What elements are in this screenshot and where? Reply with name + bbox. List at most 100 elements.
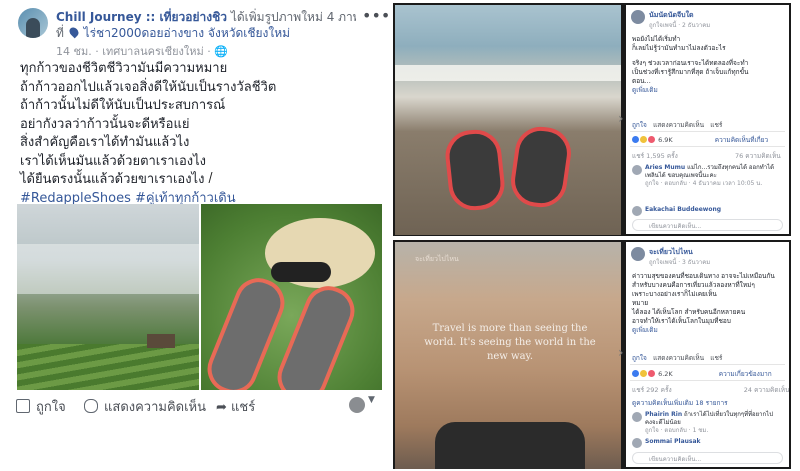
photo-sandals-grass[interactable]	[201, 204, 382, 390]
photo-tea-plantation[interactable]	[17, 204, 199, 390]
comment-button[interactable]: แสดงความคิดเห็น	[653, 121, 704, 129]
sandal-shape	[270, 279, 362, 390]
post-text: พอยังไม่ได้เริ่มทำ ก็เลยไม่รู้ว่ามันทำมา…	[632, 35, 782, 95]
more-options-icon[interactable]: •••	[362, 6, 390, 25]
tea-rows-shape	[17, 344, 199, 390]
like-button[interactable]: ถูกใจ	[632, 354, 647, 362]
share-count[interactable]: แชร์ 1,595 ครั้ง	[632, 152, 678, 160]
commenter-name[interactable]: Sommai Plausak	[645, 438, 701, 445]
share-button[interactable]: แชร์	[710, 354, 722, 362]
location-pin-icon	[67, 25, 81, 39]
haha-reaction-icon	[640, 370, 647, 377]
post-timestamp[interactable]: 14 ชม. · เทศบาลนครเชียงใหม่ ·	[56, 45, 214, 58]
like-button[interactable]: ถูกใจ	[632, 121, 647, 129]
globe-icon: 🌐	[214, 45, 228, 58]
action-row: ถูกใจ แสดงความคิดเห็น แชร์	[632, 120, 722, 130]
caption-line: เราได้เห็นมันแล้วด้วยตาเราเองไง	[20, 153, 207, 169]
profile-selector-avatar[interactable]	[349, 397, 365, 413]
share-count-row: แชร์ 292 ครั้ง 24 ความคิดเห็น	[632, 385, 789, 395]
comment-count[interactable]: 24 ความคิดเห็น	[744, 386, 789, 394]
reaction-count[interactable]: 6.9K	[658, 136, 673, 144]
see-more-link[interactable]: ดูเพิ่มเติม	[632, 326, 782, 335]
image-watermark: จะเที่ยวไปไหน	[415, 255, 459, 263]
post-meta: ถูกใจเพจนี้ · 2 ธันวาคม	[649, 22, 711, 29]
reaction-row: 6.2K ความเกี่ยวข้องมาก	[632, 369, 772, 379]
text-line: พอยังไม่ได้เริ่มทำ	[632, 35, 681, 43]
header-action-text: ได้เพิ่มรูปภาพใหม่ 4 ภาพ —	[230, 10, 356, 24]
comment-button[interactable]: แสดงความคิดเห็น	[84, 396, 206, 417]
photo-beach-flipflops[interactable]	[395, 5, 621, 235]
image-quote: Travel is more than seeing the world. It…	[424, 323, 596, 362]
text-line: อาจทำให้เราได้เห็นโลกในมุมที่ชอบ	[632, 317, 731, 325]
commenter-name[interactable]: Aries Mumu	[645, 164, 685, 171]
sort-comments[interactable]: ความคิดเห็นที่เกี่ยว	[715, 136, 768, 144]
facebook-post: Chill Journey :: เที่ยวอย่างชิว ได้เพิ่ม…	[0, 0, 390, 471]
reaction-count[interactable]: 6.2K	[658, 370, 673, 378]
text-line: ก็เลยไม่รู้ว่ามันทำมาไม่ลงตัวอะไร	[632, 44, 726, 52]
page-avatar[interactable]	[631, 10, 645, 24]
text-line: ได้ลอง ได้เห็นโลก สำหรับคนอีกหลายคน	[632, 308, 746, 316]
next-photo-icon[interactable]: ›	[618, 345, 624, 361]
comment-button[interactable]: แสดงความคิดเห็น	[653, 354, 704, 362]
next-photo-icon[interactable]: ›	[618, 111, 624, 127]
caption-line: ถ้าก้าวออกไปแล้วเจอสิ่งดีให้นับเป็นรางวั…	[20, 79, 277, 95]
photo-viewer-bottom: จะเที่ยวไปไหน Travel is more than seeing…	[393, 240, 791, 469]
text-line: จริงๆ ช่วงเวลาก่อนเราจะได้ทดลองที่จะทำ	[632, 59, 749, 67]
sunglasses-shape	[271, 262, 331, 282]
comment: Eakachai Buddeewong	[645, 206, 783, 214]
comment-meta: ถูกใจ · ตอบกลับ · 1 ชม.	[645, 427, 709, 434]
commenter-avatar[interactable]	[632, 438, 642, 448]
comment: Aries Mumu แม่ไก...รวมถึงทุกคนได้ ออกทำไ…	[645, 164, 783, 188]
photo-desert-sandals[interactable]: จะเที่ยวไปไหน Travel is more than seeing…	[395, 242, 621, 469]
like-button[interactable]: ถูกใจ	[16, 396, 66, 417]
page-avatar[interactable]	[631, 247, 645, 261]
at-prefix: ที่	[56, 26, 64, 40]
like-reaction-icon	[632, 370, 639, 377]
commenter-avatar[interactable]	[632, 412, 642, 422]
commenter-avatar[interactable]	[632, 165, 642, 175]
comment-label: แสดงความคิดเห็น	[104, 400, 207, 415]
caption-line: ถ้าก้าวนั้นไม่ดีให้นับเป็นประสบการณ์	[20, 98, 226, 113]
page-avatar[interactable]	[18, 8, 48, 38]
comment-meta: ถูกใจ · ตอบกลับ · 4 ธันวาคม เวลา 10:05 น…	[645, 180, 763, 187]
haha-reaction-icon	[640, 136, 647, 143]
photo-sidebar: นัมนัดนัดจีบใด ถูกใจเพจนี้ · 2 ธันวาคม พ…	[626, 5, 789, 234]
see-more-link[interactable]: ดูเพิ่มเติม	[632, 86, 782, 95]
share-button[interactable]: ➦ แชร์	[216, 396, 255, 417]
share-count[interactable]: แชร์ 292 ครั้ง	[632, 386, 672, 394]
caption-line: อย่ากังวลว่าก้าวนั้นจะดีหรือแย่	[20, 116, 190, 132]
share-count-row: แชร์ 1,595 ครั้ง 76 ความคิดเห็น	[632, 151, 781, 161]
view-more-comments[interactable]: ดูความคิดเห็นเพิ่มเติม 18 รายการ	[632, 398, 728, 408]
divider	[630, 364, 785, 365]
action-row: ถูกใจ แสดงความคิดเห็น แชร์	[632, 353, 722, 363]
caption-line: สิ่งสำคัญคือเราได้ทำมันแล้วไง	[20, 135, 190, 150]
caption-line: ได้ยืนตรงนั้นแล้วด้วยขาเราเองไง	[20, 172, 205, 187]
post-meta: ถูกใจเพจนี้ · 3 ธันวาคม	[649, 259, 711, 266]
legs-shape	[435, 422, 585, 469]
photo-sidebar: จะเที่ยวไปไหน ถูกใจเพจนี้ · 3 ธันวาคม ค่…	[626, 242, 789, 467]
text-line: ค่าวามสุขของคนที่ชอบเดินทาง อาจจะไม่เหมื…	[632, 272, 775, 280]
write-comment-input[interactable]: เขียนความคิดเห็น...	[632, 452, 783, 464]
comment: Sommai Plausak	[645, 438, 783, 446]
like-reaction-icon	[632, 136, 639, 143]
page-name-link[interactable]: Chill Journey :: เที่ยวอย่างชิว	[56, 10, 227, 24]
text-line: เป็นช่วงที่เรารู้สึกมากที่สุด ถ้าเจ็บแก้…	[632, 68, 749, 76]
commenter-name[interactable]: Eakachai Buddeewong	[645, 206, 721, 213]
comment-bubble-icon	[84, 399, 98, 413]
chevron-down-icon[interactable]: ▼	[368, 395, 375, 405]
flipflop-shape	[507, 123, 575, 211]
post-caption: ทุกก้าวของชีวิตชีวิวามันมีความหมาย ถ้าก้…	[20, 60, 276, 208]
commenter-avatar[interactable]	[632, 206, 642, 216]
post-location: ที่ ไร่ชา2000ดอยอ่างขาง จังหวัดเชียงใหม่	[56, 24, 290, 43]
text-line: หมาย	[632, 299, 649, 307]
commenter-name[interactable]: Phairin Rin	[645, 411, 682, 418]
divider	[630, 131, 785, 132]
divider	[630, 380, 785, 381]
comment-count[interactable]: 76 ความคิดเห็น	[735, 152, 781, 160]
caption-line: ทุกก้าวของชีวิตชีวิวามันมีความหมาย	[20, 61, 228, 76]
share-button[interactable]: แชร์	[710, 121, 722, 129]
location-link[interactable]: ไร่ชา2000ดอยอ่างขาง จังหวัดเชียงใหม่	[84, 26, 291, 40]
sort-comments[interactable]: ความเกี่ยวข้องมาก	[719, 370, 772, 378]
write-comment-input[interactable]: เขียนความคิดเห็น...	[632, 219, 783, 231]
divider	[630, 146, 785, 147]
